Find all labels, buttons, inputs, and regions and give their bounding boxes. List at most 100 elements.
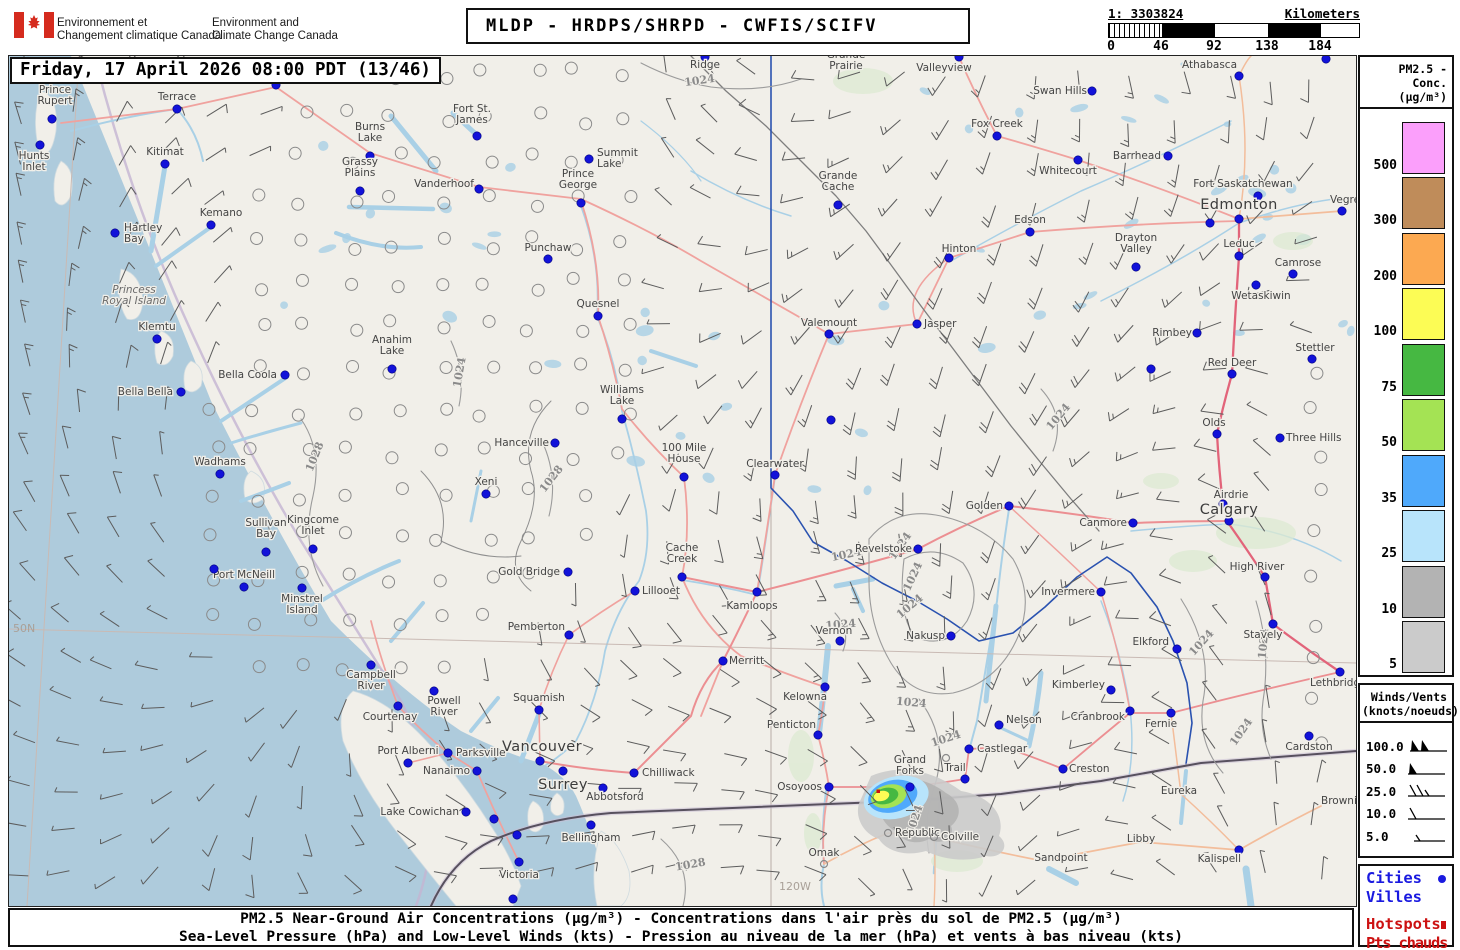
city-dot [215,469,225,479]
city-dot [1260,572,1270,582]
city-label: Rupert [37,95,72,107]
city-label: Nelson [1006,714,1042,726]
city-dot [617,414,627,424]
city-label: Island [286,604,317,616]
city-label: Omak [808,847,840,859]
canada-flag-logo [14,12,54,38]
city-label: Trail [943,762,965,774]
city-dot [1073,155,1083,165]
city-label: Vernon [816,625,853,637]
pm25-legend-title: PM2.5 - Conc. [1398,62,1447,90]
wind-speed-row: 10.0 [1366,803,1448,826]
city-dot [1307,354,1317,364]
city-dot [593,311,603,321]
city-dot [820,682,830,692]
svg-text:50N: 50N [13,622,35,635]
city-label: Abbotsford [586,791,643,803]
city-label: Fox Creek [971,118,1024,130]
datetime-label: Friday, 17 April 2026 08:00 PDT (13/46) [20,60,431,80]
city-label: Quesnel [577,298,620,310]
wind-barb-icon [1408,784,1445,797]
city-label: James [455,114,488,126]
cities-label-en: Cities [1366,869,1422,887]
city-label: Athabasca [1182,59,1237,71]
city-dot [1087,86,1097,96]
city-dot [110,228,120,238]
city-dot [1288,269,1298,279]
city-label: Fernie [1145,718,1177,730]
city-label: Port McNeill [213,569,275,581]
city-dot [429,686,439,696]
wind-barb-icon [1409,740,1447,752]
scalebar-bar [1108,23,1360,38]
pm25-level-row: 10 [1360,562,1452,618]
city-label: Cranbrook [1071,711,1126,723]
city-dot [1212,429,1222,439]
city-dot [514,857,524,867]
city-label: Forks [896,765,924,777]
city-label: Nakusp [906,630,945,642]
pm25-level-row: 35 [1360,451,1452,507]
city-dot [833,200,843,210]
city-dot [826,415,836,425]
city-dot [472,131,482,141]
city-label: Airdrie [1214,489,1249,501]
city-dot [474,184,484,194]
city-label: Three Hills [1285,432,1342,444]
city-label: Edmonton [1200,197,1278,213]
city-dot [1321,56,1331,64]
city-label: Jasper [923,318,957,330]
pm25-level-row: 5 [1360,618,1452,673]
pm25-legend-units: (µg/m³) [1398,90,1447,104]
city-dot [913,544,923,554]
pm25-level-row: 75 [1360,340,1452,396]
city-label: Invermere [1041,586,1095,598]
city-dot [152,334,162,344]
city-label: Lillooet [642,585,680,597]
city-dot [1125,706,1135,716]
city-label: Victoria [499,869,539,881]
city-label: Bella Bella [118,386,173,398]
city-label: Leduc [1223,238,1254,250]
pm25-level-row: 200 [1360,229,1452,285]
product-title-box: MLDP - HRDPS/SHRPD - CWFIS/SCIFV [466,8,970,44]
city-label: Merritt [729,655,764,667]
map-scalebar: 1: 3303824 Kilometers 0 46 92 138 184 [1107,6,1360,54]
city-dot [586,820,596,830]
city-dot [239,582,249,592]
city-dot [1275,433,1285,443]
city-dot [1004,501,1014,511]
city-dot [1146,364,1156,374]
city-label: Camrose [1275,257,1321,269]
city-dot [964,744,974,754]
winds-legend-units: (knots/noeuds) [1362,704,1459,718]
city-dot [443,748,453,758]
city-label: Kemano [200,207,243,219]
city-label: Barrhead [1113,150,1161,162]
city-dot [944,253,954,263]
city-label: Pemberton [508,621,565,633]
city-label: Vanderhoof [414,178,474,190]
city-label: Inlet [301,525,324,537]
city-dot [1234,251,1244,261]
city-dot [946,631,956,641]
city-dot [481,489,491,499]
city-dot [209,564,219,574]
city-dot [1166,708,1176,718]
city-label: Royal Island [102,295,166,307]
city-dot [1192,328,1202,338]
city-label: Revelstoke [855,543,912,555]
city-label: Valleyview [916,62,972,74]
city-dot [677,572,687,582]
city-dot [563,567,573,577]
city-label: Hanceville [494,437,549,449]
city-dot [535,756,545,766]
city-label: Courtenay [363,711,418,723]
city-label: Xeni [475,476,498,488]
city-label: Bella Coola [218,369,277,381]
wind-speed-row: 100.0 [1366,735,1448,758]
winds-legend-title: Winds/Vents [1370,690,1447,704]
city-label: Kalispell [1198,853,1241,865]
city-label: Lake [597,158,621,170]
city-dot [1304,731,1314,741]
